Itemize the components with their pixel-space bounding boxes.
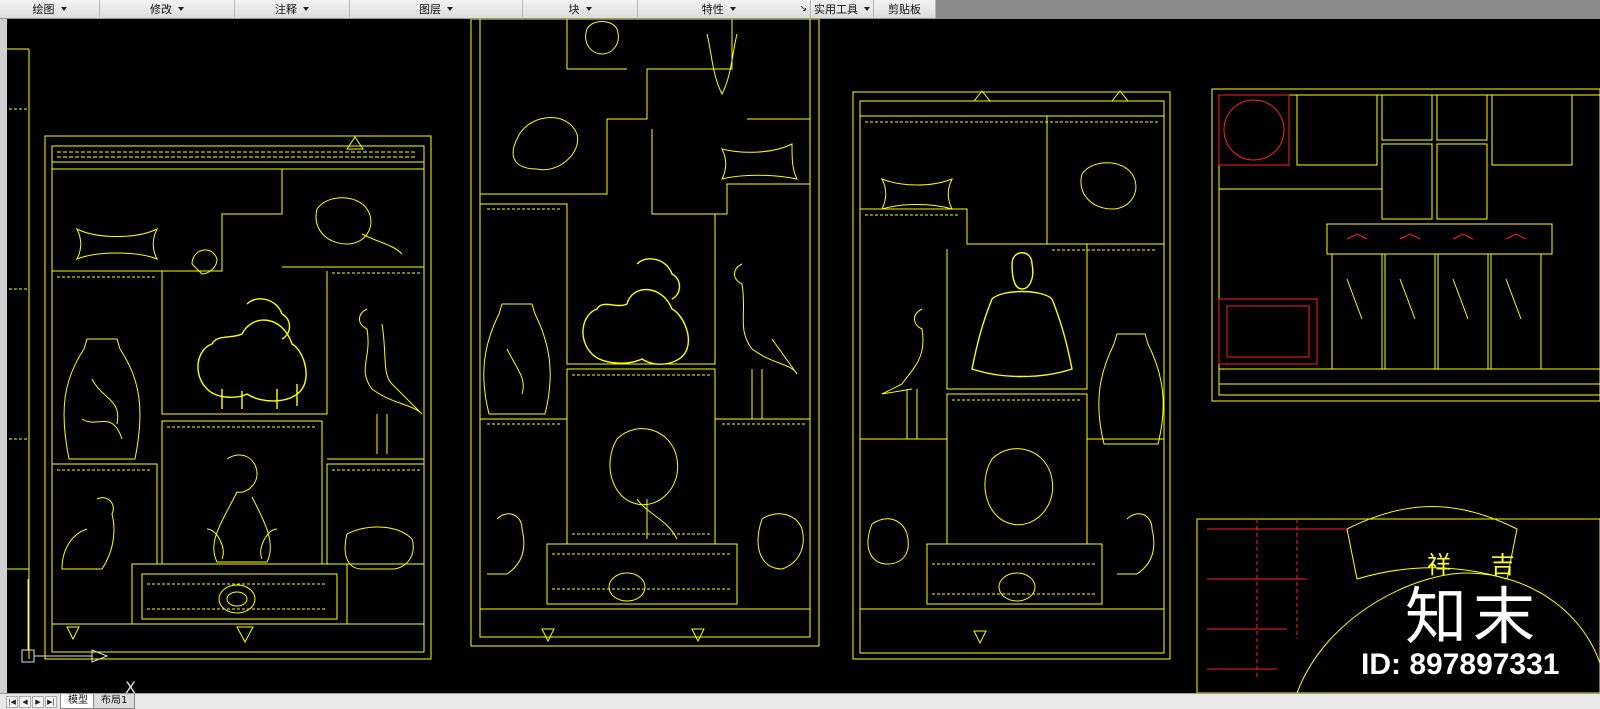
expand-arrow-icon[interactable]: ↘ — [799, 4, 807, 14]
panel-modify[interactable]: 修改 — [100, 0, 235, 18]
next-tab-icon[interactable]: ▶ — [32, 696, 44, 708]
dropdown-arrow-icon — [864, 7, 870, 11]
prev-tab-icon[interactable]: ◀ — [19, 696, 31, 708]
dropdown-arrow-icon — [729, 7, 736, 11]
cabinet-panel-4 — [1211, 88, 1600, 402]
panel-draw[interactable]: 绘图 — [0, 0, 100, 18]
drawing-canvas[interactable]: 祥 吉 X — [7, 19, 1600, 693]
dropdown-arrow-icon — [585, 7, 592, 11]
panel-utilities-label: 实用工具 — [814, 3, 858, 16]
first-tab-icon[interactable]: |◀ — [6, 696, 18, 708]
cad-drawing — [7, 19, 1600, 693]
panel-annotate-label: 注释 — [275, 3, 297, 16]
panel-properties[interactable]: 特性 ↘ — [638, 0, 811, 18]
panel-layers[interactable]: 图层 — [350, 0, 523, 18]
partial-panel-left — [7, 48, 30, 659]
tab-model[interactable]: 模型 — [60, 694, 96, 709]
layout-tab-bar: |◀ ◀ ▶ ▶| 模型 布局1 — [0, 693, 1600, 709]
panel-draw-label: 绘图 — [32, 3, 55, 16]
last-tab-icon[interactable]: ▶| — [45, 696, 57, 708]
panel-clipboard-label: 剪贴板 — [888, 3, 921, 16]
panel-clipboard[interactable]: 剪贴板 — [874, 0, 936, 18]
dropdown-arrow-icon — [178, 7, 184, 11]
panel-block-label: 块 — [568, 3, 580, 16]
cabinet-panel-2 — [470, 19, 820, 647]
panel-block[interactable]: 块 — [523, 0, 638, 18]
dropdown-arrow-icon — [447, 7, 453, 11]
watermark-id: ID: 897897331 — [1361, 648, 1560, 681]
panel-properties-label: 特性 — [701, 3, 724, 16]
tab-layout1[interactable]: 布局1 — [93, 694, 136, 709]
panel-utilities[interactable]: 实用工具 — [811, 0, 874, 18]
ucs-x-label: X — [125, 678, 136, 693]
ribbon-bar: 绘图 修改 注释 图层 块 特性 ↘ 实用工具 剪贴板 — [0, 0, 1600, 19]
ucs-icon — [21, 579, 109, 663]
panel-annotate[interactable]: 注释 — [235, 0, 350, 18]
panel-modify-label: 修改 — [150, 3, 172, 16]
cabinet-panel-3 — [852, 90, 1171, 660]
dropdown-arrow-icon — [60, 7, 67, 11]
watermark-logo: 知末 — [1405, 580, 1542, 653]
cabinet-panel-1 — [44, 135, 432, 660]
panel-layers-label: 图层 — [419, 3, 441, 16]
dropdown-arrow-icon — [303, 7, 309, 11]
ribbon-panels: 绘图 修改 注释 图层 块 特性 ↘ 实用工具 剪贴板 — [0, 0, 936, 19]
